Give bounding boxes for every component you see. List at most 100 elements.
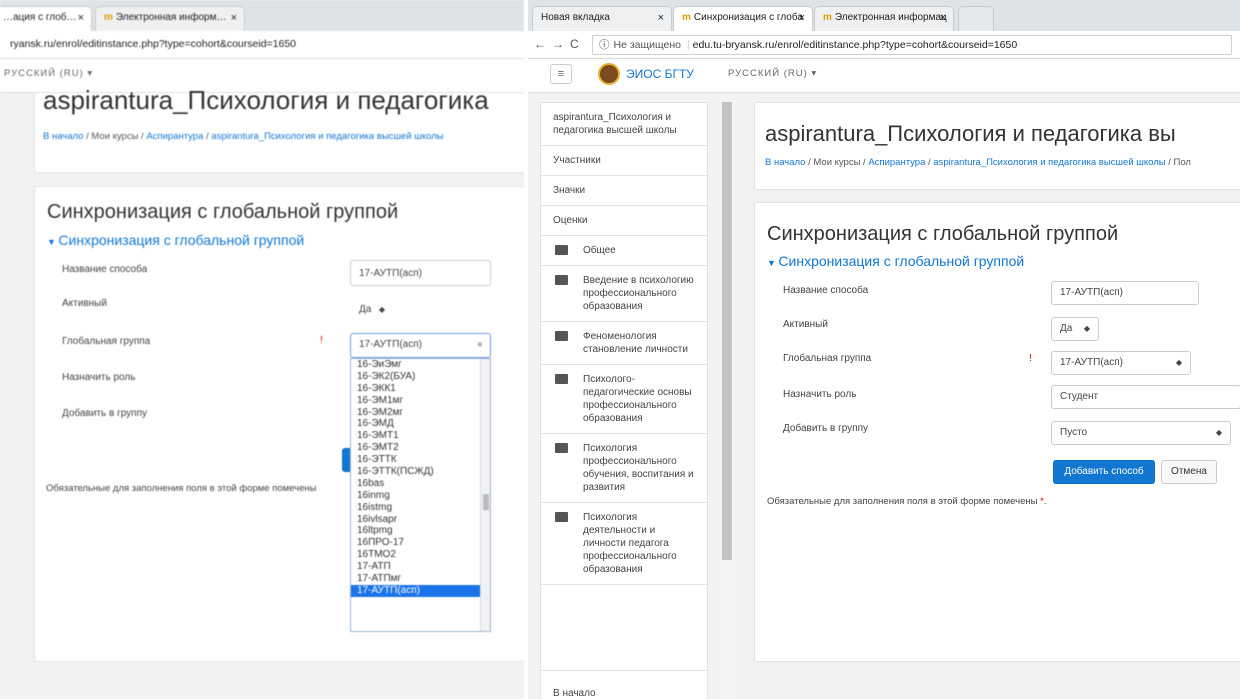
tab-sync[interactable]: …ация с глоб… × <box>0 6 92 31</box>
drawer-item[interactable]: Участники <box>541 146 707 176</box>
folder-icon <box>555 245 568 255</box>
close-icon[interactable]: × <box>940 7 946 29</box>
drawer-item[interactable]: Оценки <box>541 206 707 236</box>
reload-icon[interactable]: C <box>570 37 585 51</box>
breadcrumb-my[interactable]: Мои курсы <box>91 131 138 142</box>
dropdown-option[interactable]: 16bas <box>351 478 490 490</box>
close-icon[interactable]: × <box>658 7 664 29</box>
name-input[interactable]: 17-АУТП(асп) <box>1051 281 1199 305</box>
breadcrumb-my[interactable]: Мои курсы <box>813 157 860 168</box>
folder-icon <box>555 443 568 453</box>
dropdown-option[interactable]: 16-ЭМ2мг <box>351 407 490 419</box>
right-address-bar: ←→C ⓘ Не защищено | edu.tu-bryansk.ru/enro… <box>528 31 1240 59</box>
dropdown-option[interactable]: 16ltpmg <box>351 525 490 537</box>
add-method-button[interactable]: Добавить способ <box>1053 460 1155 484</box>
course-title: aspirantura_Психология и педагогика вы <box>765 121 1176 146</box>
dropdown-option[interactable]: 16-ЭМТ1 <box>351 430 490 442</box>
drawer-item[interactable]: Психолого-педагогические основы професси… <box>541 365 707 434</box>
dropdown-option[interactable]: 16inmg <box>351 490 490 502</box>
drawer-item[interactable]: Психология деятельности и личности педаг… <box>541 503 707 585</box>
addgroup-select[interactable]: Пусто ◆ <box>1051 421 1231 445</box>
group-value: 17-АУТП(асп) <box>359 339 422 350</box>
close-icon[interactable]: × <box>78 7 84 29</box>
forward-icon[interactable]: → <box>552 37 570 51</box>
drawer-item[interactable]: Значки <box>541 176 707 206</box>
dropdown-option[interactable]: 16-ЭМ1мг <box>351 395 490 407</box>
group-value: 17-АУТП(асп) <box>1060 357 1123 368</box>
dropdown-option[interactable]: 16istmg <box>351 502 490 514</box>
right-browser-window: Новая вкладка × m Синхронизация с глоба × m… <box>528 0 1240 699</box>
drawer-item[interactable]: aspirantura_Психология и педагогика высш… <box>541 103 707 146</box>
group-select[interactable]: 17-АУТП(асп) ◆ <box>1051 351 1191 375</box>
url-field[interactable]: ryansk.ru/enrol/editinstance.php?type=co… <box>4 35 516 55</box>
name-input[interactable]: 17-АУТП(асп) <box>350 260 491 286</box>
dropdown-option[interactable]: 16ivlsapr <box>351 514 490 526</box>
required-note: Обязательные для заполнения поля в этой … <box>46 483 317 494</box>
university-logo-icon[interactable] <box>598 63 620 85</box>
tab-eios[interactable]: m Электронная информац × <box>814 6 954 31</box>
dropdown-option[interactable]: 17-АТП <box>351 561 490 573</box>
group-dropdown-list[interactable]: 16-ЭиЭмг 16-ЭК2(БУА) 16-ЭКК1 16-ЭМ1мг 16-ЭМ2… <box>350 358 491 632</box>
url-field[interactable]: ⓘ Не защищено | edu.tu-bryansk.ru/enrol/ed… <box>592 35 1232 55</box>
active-value: Да <box>1060 323 1073 334</box>
hamburger-menu-icon[interactable]: ≡ <box>550 64 572 84</box>
drawer-item[interactable]: Феноменология становление личности <box>541 322 707 365</box>
breadcrumb-home[interactable]: В начало <box>765 157 805 168</box>
select-arrow-icon: ◆ <box>1083 324 1090 333</box>
breadcrumb-category[interactable]: Аспирантура <box>146 131 203 142</box>
drawer-home[interactable]: В начало <box>540 670 708 699</box>
folder-icon <box>555 512 568 522</box>
drawer-item[interactable]: Общее <box>541 236 707 266</box>
tab-label: Синхронизация с глоба <box>693 12 803 23</box>
required-icon: ! <box>1029 353 1032 364</box>
active-select[interactable]: Да ◆ <box>350 298 394 322</box>
breadcrumb-course[interactable]: aspirantura_Психология и педагогика высш… <box>933 157 1165 168</box>
dropdown-option[interactable]: 16-ЭТТК <box>351 454 490 466</box>
close-icon[interactable]: × <box>231 7 237 29</box>
dropdown-option[interactable]: 16-ЭМД <box>351 418 490 430</box>
info-icon[interactable]: ⓘ <box>599 39 610 51</box>
dropdown-option[interactable]: 16-ЭКК1 <box>351 383 490 395</box>
active-label: Активный <box>62 298 107 309</box>
group-select[interactable]: 17-АУТП(асп) ≡ <box>350 333 491 358</box>
page-heading: Синхронизация с глобальной группой <box>767 223 1119 245</box>
left-address-bar: ryansk.ru/enrol/editinstance.php?type=co… <box>0 31 524 59</box>
breadcrumb-course[interactable]: aspirantura_Психология и педагогика высш… <box>211 131 443 142</box>
tab-sync[interactable]: m Синхронизация с глоба × <box>673 6 813 31</box>
tab-new[interactable]: Новая вкладка × <box>532 6 672 31</box>
addgroup-label: Добавить в группу <box>62 408 147 419</box>
dropdown-option[interactable]: 16ПРО-17 <box>351 537 490 549</box>
role-select[interactable]: Студент <box>1051 385 1240 409</box>
breadcrumb: В начало / Мои курсы / Аспирантура / asp… <box>765 157 1191 168</box>
dropdown-option[interactable]: 16ТМО2 <box>351 549 490 561</box>
new-tab-button[interactable] <box>958 6 994 31</box>
breadcrumb-home[interactable]: В начало <box>43 131 83 142</box>
close-icon[interactable]: × <box>799 7 805 29</box>
dropdown-option[interactable]: 16-ЭиЭмг <box>351 359 490 371</box>
language-menu[interactable]: РУССКИЙ (RU) ▾ <box>728 68 817 79</box>
tab-eios[interactable]: m Электронная информ… × <box>95 6 245 31</box>
scrollbar-thumb[interactable] <box>483 494 489 510</box>
fieldset-legend[interactable]: ▼ Синхронизация с глобальной группой <box>767 253 1024 269</box>
dropdown-option[interactable]: 17-АТПмг <box>351 573 490 585</box>
required-note: Обязательные для заполнения поля в этой … <box>767 496 1047 507</box>
scrollbar-thumb[interactable] <box>722 102 732 560</box>
drawer-item-label: Значки <box>553 185 586 196</box>
cancel-button[interactable]: Отмена <box>1161 460 1217 484</box>
dropdown-scrollbar[interactable] <box>480 359 490 631</box>
active-select[interactable]: Да ◆ <box>1051 317 1099 341</box>
back-icon[interactable]: ← <box>534 37 552 51</box>
language-menu[interactable]: РУССКИЙ (RU) ▾ <box>4 68 93 79</box>
site-brand[interactable]: ЭИОС БГТУ <box>626 67 694 81</box>
drawer-item[interactable]: Введение в психологию профессионального … <box>541 266 707 322</box>
name-label: Название способа <box>62 264 148 275</box>
drawer-item[interactable]: Психология профессионального обучения, в… <box>541 434 707 503</box>
dropdown-option[interactable]: 16-ЭК2(БУА) <box>351 371 490 383</box>
breadcrumb-category[interactable]: Аспирантура <box>868 157 925 168</box>
dropdown-option[interactable]: 17-АУТП(асп) <box>351 584 490 597</box>
fieldset-legend[interactable]: ▼ Синхронизация с глобальной группой <box>47 232 304 248</box>
dropdown-option[interactable]: 16-ЭМТ2 <box>351 442 490 454</box>
breadcrumb-last[interactable]: Пол <box>1174 157 1191 168</box>
dropdown-option[interactable]: 16-ЭТТК(ПСЖД) <box>351 466 490 478</box>
page-scrollbar[interactable] <box>720 94 734 699</box>
